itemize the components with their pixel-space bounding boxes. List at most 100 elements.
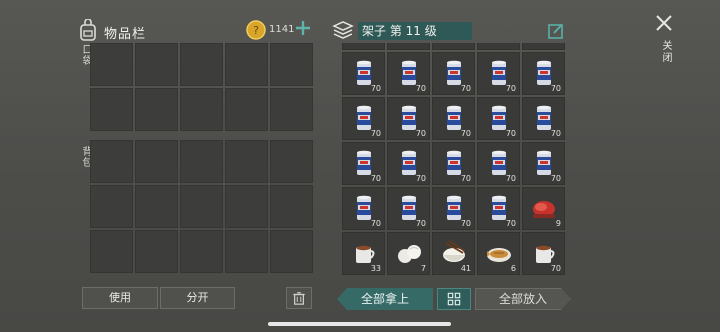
item-quantity: 70 [415, 174, 426, 183]
shelf-item-slot[interactable] [477, 43, 520, 50]
backpack-slot[interactable] [90, 230, 133, 273]
meat-icon [533, 201, 555, 218]
backpack-slot[interactable] [90, 140, 133, 183]
item-quantity: 70 [460, 84, 471, 93]
can-icon [447, 150, 461, 175]
can-icon [492, 60, 506, 85]
can-icon [357, 60, 371, 85]
shelf-item-slot[interactable]: 70 [387, 52, 430, 95]
shelf-item-slot[interactable]: 70 [522, 52, 565, 95]
item-quantity: 70 [460, 129, 471, 138]
shelf-item-slot[interactable]: 33 [342, 232, 385, 275]
shelf-items-area[interactable]: 70 70 70 70 70 70 70 70 70 70 70 70 70 70 70 70 70 70 70 9 3… [342, 43, 568, 277]
shelf-item-slot[interactable] [342, 43, 385, 50]
backpack-slot[interactable] [180, 185, 223, 228]
shelf-item-slot[interactable]: 70 [387, 97, 430, 140]
shelf-item-slot[interactable]: 70 [432, 52, 475, 95]
shelf-item-slot[interactable]: 70 [522, 232, 565, 275]
shelf-item-slot[interactable]: 7 [387, 232, 430, 275]
backpack-slot[interactable] [135, 185, 178, 228]
item-quantity: 70 [550, 129, 561, 138]
shelf-title: 架子 第 11 级 [358, 22, 472, 40]
shelf-item-slot[interactable]: 70 [432, 97, 475, 140]
item-quantity: 41 [460, 264, 471, 273]
tea-mug-icon [356, 245, 375, 263]
shelf-item-slot[interactable]: 6 [477, 232, 520, 275]
can-icon [402, 195, 416, 220]
item-quantity: 70 [505, 129, 516, 138]
pocket-slot[interactable] [90, 43, 133, 86]
shelf-item-slot[interactable]: 70 [477, 52, 520, 95]
backpack-slot[interactable] [225, 140, 268, 183]
put-all-button[interactable]: 全部放入 [475, 288, 571, 310]
can-icon [492, 150, 506, 175]
item-quantity: 70 [505, 174, 516, 183]
shelf-item-slot[interactable]: 70 [522, 97, 565, 140]
tea-mug-icon [536, 245, 555, 263]
pocket-slot[interactable] [270, 43, 313, 86]
shelf-item-slot[interactable]: 70 [342, 52, 385, 95]
shelf-item-slot[interactable] [387, 43, 430, 50]
backpack-slot[interactable] [270, 185, 313, 228]
can-icon [492, 195, 506, 220]
backpack-grid [90, 140, 313, 273]
trash-button[interactable] [286, 287, 312, 309]
edit-icon[interactable] [547, 22, 565, 40]
backpack-icon [80, 19, 96, 41]
pocket-slot[interactable] [180, 88, 223, 131]
backpack-slot[interactable] [225, 230, 268, 273]
shelf-item-slot[interactable]: 9 [522, 187, 565, 230]
shelf-item-slot[interactable]: 70 [342, 187, 385, 230]
backpack-slot[interactable] [270, 230, 313, 273]
backpack-slot[interactable] [180, 140, 223, 183]
shelf-item-slot[interactable]: 70 [522, 142, 565, 185]
backpack-slot[interactable] [225, 185, 268, 228]
shelf-item-slot[interactable]: 70 [432, 187, 475, 230]
split-button[interactable]: 分开 [160, 287, 235, 309]
backpack-slot[interactable] [135, 140, 178, 183]
inventory-header: 物品栏 ? 1141 [78, 18, 318, 44]
use-button[interactable]: 使用 [82, 287, 158, 309]
can-icon [447, 195, 461, 220]
pocket-slot[interactable] [180, 43, 223, 86]
can-icon [447, 105, 461, 130]
shelf-icon [332, 21, 354, 39]
backpack-slot[interactable] [135, 230, 178, 273]
shelf-item-slot[interactable]: 70 [477, 97, 520, 140]
pocket-slot[interactable] [135, 88, 178, 131]
item-quantity: 70 [505, 84, 516, 93]
shelf-item-slot[interactable] [522, 43, 565, 50]
pocket-slot[interactable] [135, 43, 178, 86]
shelf-item-slot[interactable] [432, 43, 475, 50]
can-icon [492, 105, 506, 130]
pocket-slot[interactable] [225, 88, 268, 131]
shelf-item-slot[interactable]: 70 [477, 187, 520, 230]
item-quantity: 70 [370, 219, 381, 228]
grid-sort-icon [447, 292, 461, 306]
pocket-slot[interactable] [90, 88, 133, 131]
item-quantity: 70 [370, 84, 381, 93]
close-icon[interactable] [655, 14, 673, 32]
backpack-slot[interactable] [270, 140, 313, 183]
can-icon [447, 60, 461, 85]
coin-count: 1141 [269, 24, 295, 35]
shelf-item-slot[interactable]: 70 [477, 142, 520, 185]
shelf-item-slot[interactable]: 41 [432, 232, 475, 275]
close-label[interactable]: 关闭 [658, 40, 673, 64]
item-quantity: 7 [420, 264, 426, 273]
pocket-slot[interactable] [270, 88, 313, 131]
shelf-item-slot[interactable]: 70 [342, 97, 385, 140]
shelf-item-slot[interactable]: 70 [387, 142, 430, 185]
pocket-slot[interactable] [225, 43, 268, 86]
item-quantity: 70 [415, 219, 426, 228]
backpack-slot[interactable] [90, 185, 133, 228]
backpack-slot[interactable] [180, 230, 223, 273]
can-icon [357, 150, 371, 175]
take-all-button[interactable]: 全部拿上 [337, 288, 433, 310]
shelf-item-slot[interactable]: 70 [387, 187, 430, 230]
shelf-item-slot[interactable]: 70 [342, 142, 385, 185]
shelf-item-slot[interactable]: 70 [432, 142, 475, 185]
sort-button[interactable] [437, 288, 471, 310]
can-icon [357, 195, 371, 220]
add-coins-icon[interactable] [294, 19, 312, 37]
